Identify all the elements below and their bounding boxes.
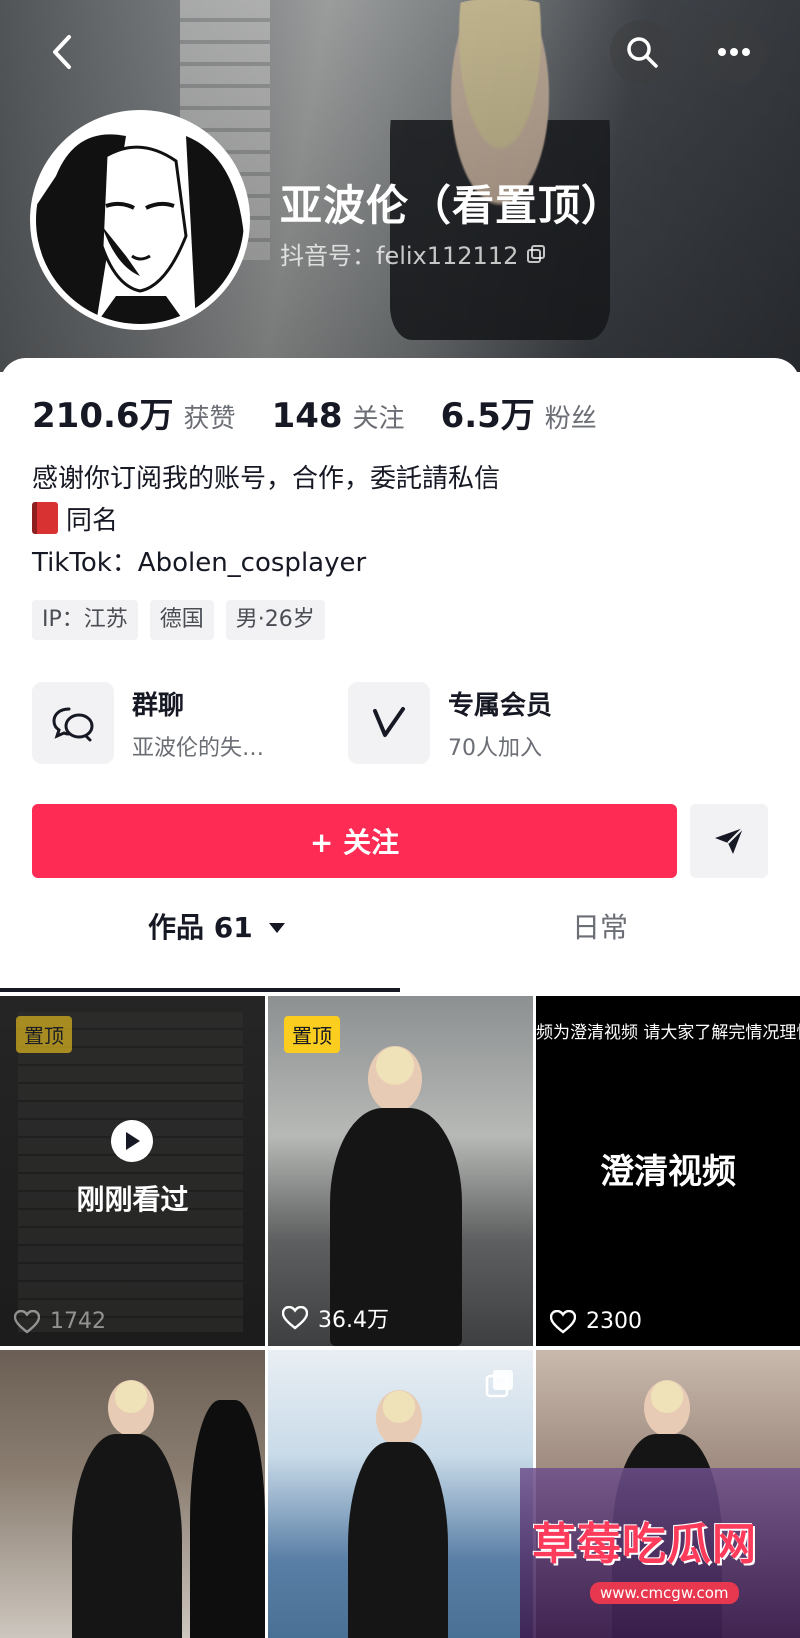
recently-viewed-label: 刚刚看过 (76, 1183, 189, 1216)
play-icon (111, 1120, 153, 1162)
heart-icon (550, 1309, 576, 1334)
tag-gender-age: 男·26岁 (225, 600, 325, 640)
watermark-title: 草莓吃瓜网 (532, 1519, 757, 1570)
stat-likes-label: 获赞 (183, 404, 236, 434)
thumbnail-head (376, 1390, 422, 1446)
thumbnail-person-2 (190, 1400, 265, 1638)
thumbnail-head (644, 1380, 690, 1436)
watermark-url: www.cmcgw.com (590, 1582, 739, 1604)
tag-ip: IP：江苏 (32, 600, 138, 640)
pinned-badge: 置顶 (284, 1016, 340, 1053)
membership-v-icon (348, 682, 430, 764)
stat-likes-value: 210.6万 (32, 396, 174, 436)
tag-country: 德国 (149, 600, 214, 640)
tab-indicator (0, 988, 400, 992)
heart-icon (14, 1309, 40, 1334)
douyin-id[interactable]: 抖音号：felix112112 (280, 236, 546, 271)
more-button[interactable] (702, 20, 766, 84)
chevron-left-icon (53, 35, 71, 69)
membership-title: 专属会员 (448, 690, 553, 721)
group-chat-icon (32, 682, 114, 764)
like-count-value: 1742 (50, 1309, 106, 1334)
video-tile-2[interactable]: 置顶 36.4万 (268, 996, 533, 1346)
avatar[interactable] (30, 110, 250, 330)
thumbnail-head (108, 1380, 154, 1436)
profile-tags: IP：江苏 德国 男·26岁 (32, 600, 325, 640)
video-tile-4[interactable] (0, 1350, 265, 1638)
douyin-id-text: 抖音号：felix112112 (280, 242, 519, 270)
like-count: 2300 (550, 1309, 642, 1334)
video-tile-3[interactable]: 频为澄清视频 请大家了解完情况理性 澄清视频 2300 (536, 996, 800, 1346)
tab-works-label: 作品 61 (148, 911, 253, 944)
pinned-badge: 置顶 (16, 1016, 72, 1053)
more-dots-icon (718, 48, 750, 56)
like-count-value: 36.4万 (318, 1308, 389, 1333)
group-chat-title: 群聊 (132, 690, 185, 721)
video-tile-1[interactable]: 置顶 刚刚看过 1742 (0, 996, 265, 1346)
membership-subtitle: 70人加入 (448, 735, 542, 761)
stat-following-label: 关注 (352, 404, 405, 434)
like-count: 1742 (14, 1309, 106, 1334)
bio-line-2-text: 同名 (66, 506, 119, 536)
stat-following-value: 148 (271, 396, 343, 436)
stat-likes[interactable]: 210.6万 获赞 (32, 388, 236, 437)
stat-followers-label: 粉丝 (544, 404, 597, 434)
bio-line-3: TikTok：Abolen_cosplayer (32, 548, 367, 578)
clarify-title: 澄清视频 (600, 1152, 736, 1192)
video-tile-5[interactable] (268, 1350, 533, 1638)
search-icon (627, 37, 658, 68)
stats-row: 210.6万 获赞 148 关注 6.5万 粉丝 (32, 388, 597, 437)
copy-icon[interactable] (526, 244, 546, 264)
heart-icon (282, 1306, 308, 1330)
stat-followers[interactable]: 6.5万 粉丝 (441, 388, 597, 437)
site-watermark: 草莓吃瓜网 www.cmcgw.com (520, 1468, 800, 1638)
send-icon (715, 827, 744, 854)
like-count-value: 2300 (586, 1309, 642, 1334)
follow-button[interactable]: + 关注 (32, 804, 677, 878)
profile-name: 亚波伦（看置顶） (280, 181, 625, 230)
like-count: 36.4万 (282, 1302, 389, 1334)
bio: 感谢你订阅我的账号，合作，委託請私信 同名 TikTok：Abolen_cosp… (32, 458, 500, 584)
caret-down-icon (269, 923, 286, 933)
send-message-button[interactable] (690, 804, 768, 878)
content-tabs: 作品 61 日常 (0, 906, 800, 952)
membership-entry[interactable]: 专属会员 70人加入 (348, 682, 552, 764)
tab-works[interactable]: 作品 61 (148, 906, 286, 946)
profile-card: 210.6万 获赞 148 关注 6.5万 粉丝 感谢你订阅我的账号，合作，委託… (0, 358, 800, 1638)
stat-followers-value: 6.5万 (440, 396, 535, 436)
clarify-caption: 频为澄清视频 请大家了解完情况理性 (536, 1023, 800, 1043)
stat-following[interactable]: 148 关注 (272, 396, 405, 436)
red-book-icon (32, 502, 58, 534)
search-button[interactable] (610, 20, 674, 84)
tab-daily[interactable]: 日常 (572, 906, 628, 946)
back-button[interactable] (30, 20, 94, 84)
thumbnail-person (348, 1442, 448, 1638)
follow-label: + 关注 (309, 826, 400, 859)
bio-line-2: 同名 (32, 500, 500, 542)
thumbnail-person (72, 1434, 182, 1638)
group-chat-subtitle: 亚波伦的失… (132, 735, 265, 761)
avatar-portrait (36, 116, 244, 324)
multi-image-icon (485, 1370, 513, 1398)
group-chat-entry[interactable]: 群聊 亚波伦的失… (32, 682, 264, 764)
thumbnail-head (368, 1046, 422, 1112)
bio-line-1: 感谢你订阅我的账号，合作，委託請私信 (32, 464, 501, 494)
